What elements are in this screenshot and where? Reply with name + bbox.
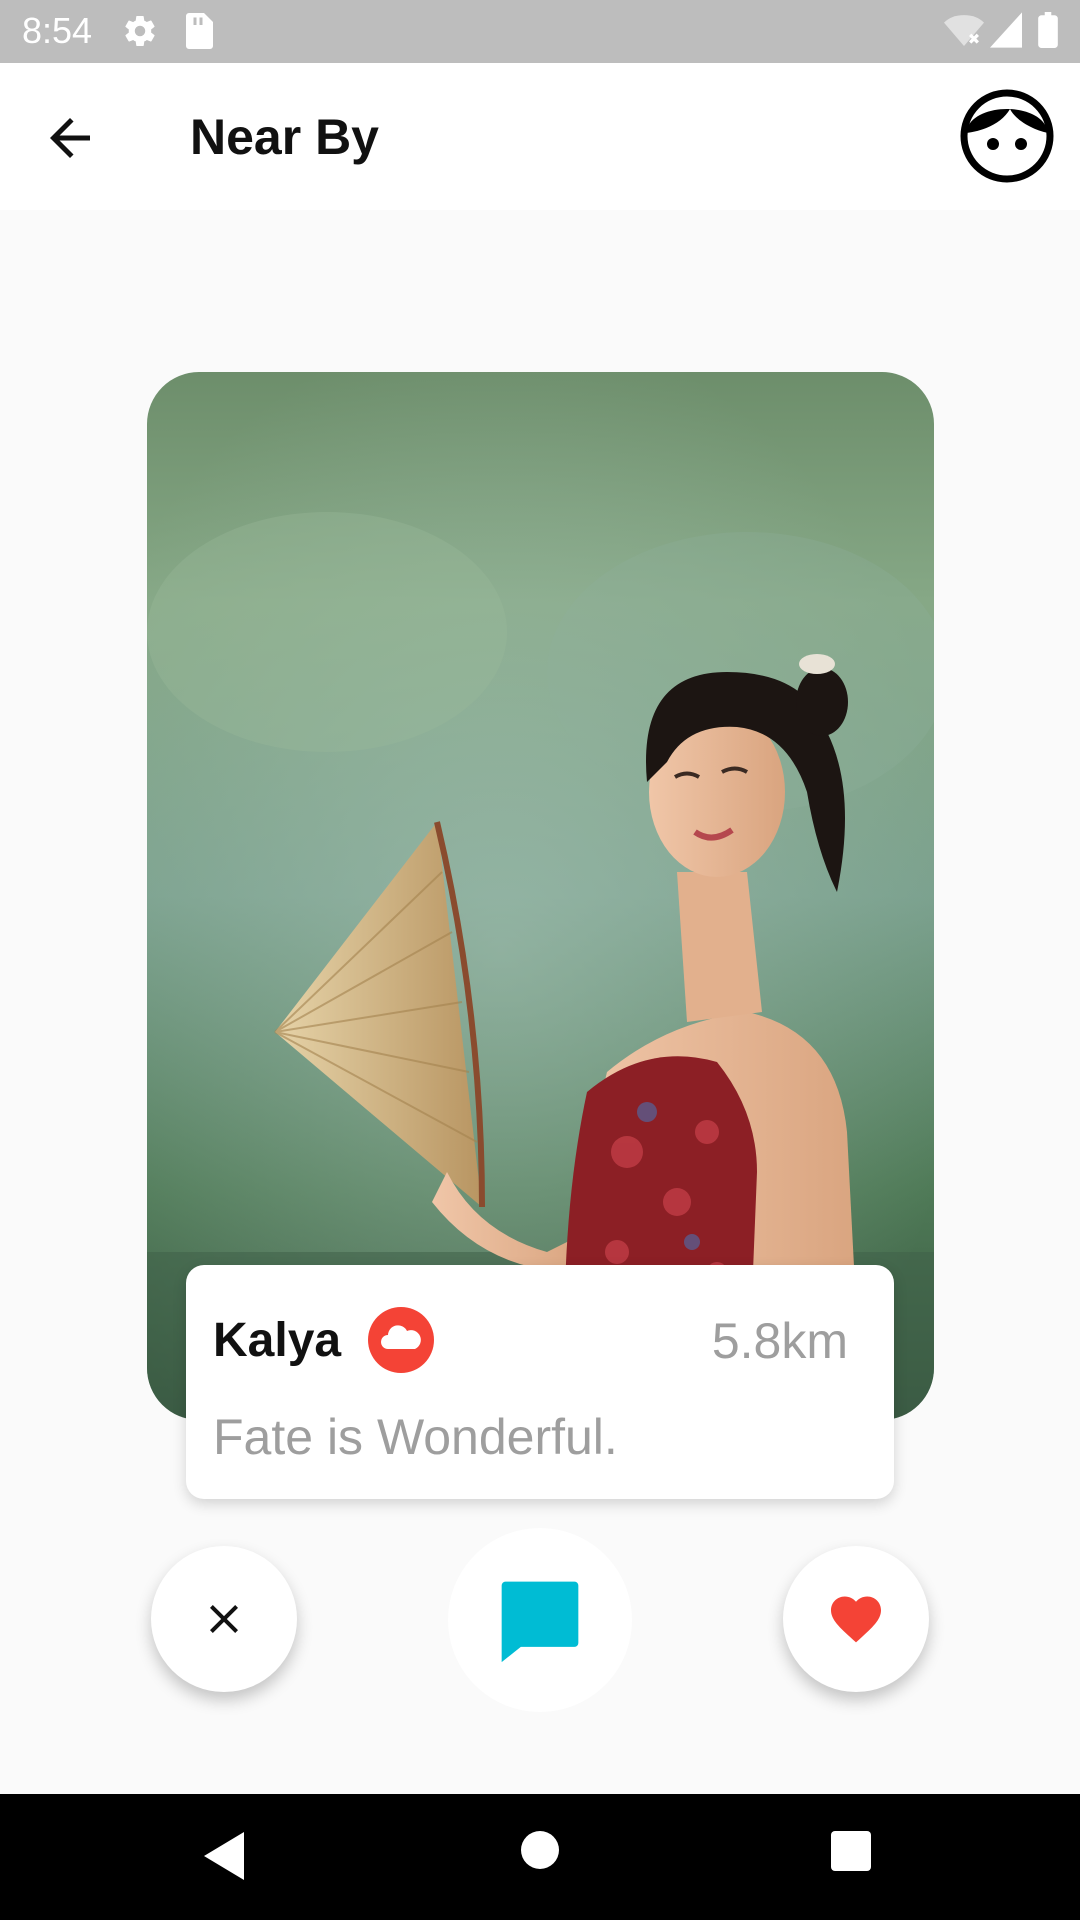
profile-name: Kalya — [213, 1314, 342, 1367]
cloud-icon — [368, 1307, 434, 1373]
profile-info-card[interactable]: Kalya 5.8km Fate is Wonderful. — [186, 1265, 894, 1499]
heart-icon — [831, 1596, 881, 1643]
photo-illustration — [147, 372, 934, 1420]
distance-label: 5.8km — [711, 1313, 848, 1369]
sd-card-icon — [186, 13, 213, 49]
dislike-button[interactable] — [151, 1546, 297, 1692]
home-circle-icon[interactable] — [520, 1830, 560, 1870]
wifi-off-icon — [944, 15, 984, 46]
like-button[interactable] — [783, 1546, 929, 1692]
status-bar: 8:54 — [0, 0, 1080, 63]
message-button[interactable] — [448, 1528, 632, 1712]
recents-square-icon[interactable] — [830, 1830, 872, 1872]
back-button[interactable] — [40, 108, 100, 168]
battery-icon — [1038, 12, 1058, 48]
close-icon — [210, 1605, 238, 1633]
chat-bubble-icon — [501, 1581, 579, 1663]
profile-motto: Fate is Wonderful. — [213, 1409, 618, 1465]
page-title: Near By — [190, 109, 379, 165]
back-triangle-icon[interactable] — [200, 1828, 248, 1884]
status-time: 8:54 — [22, 10, 93, 51]
signal-icon — [990, 12, 1022, 48]
face-icon — [960, 89, 1054, 183]
profile-button[interactable] — [960, 89, 1054, 183]
arrow-back-icon — [50, 118, 90, 158]
app-bar: Near By — [0, 63, 1080, 210]
navigation-bar — [0, 1794, 1080, 1920]
gear-icon — [125, 16, 155, 47]
profile-photo[interactable] — [147, 372, 934, 1420]
